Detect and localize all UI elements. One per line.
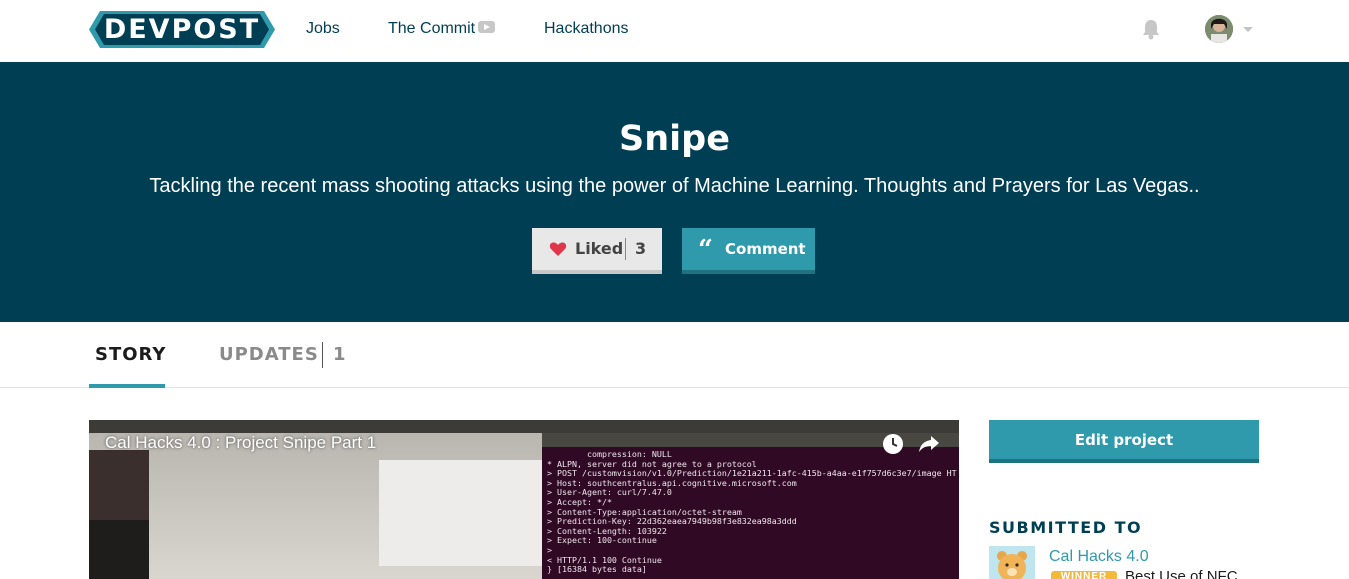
top-navbar: DEVPOST Jobs The Commit Hackathons [0,0,1349,62]
video-scene-wall [379,460,542,566]
nav-link-jobs[interactable]: Jobs [306,19,340,39]
video-title[interactable]: Cal Hacks 4.0 : Project Snipe Part 1 [105,433,376,453]
tab-story-label: STORY [95,344,167,365]
video-desktop-topbar [89,420,959,433]
winner-badge: WINNER [1051,571,1117,579]
bell-icon[interactable] [1140,18,1162,40]
clock-icon[interactable] [882,433,904,455]
quote-icon: “ [698,235,713,265]
project-hero: Snipe Tackling the recent mass shooting … [0,62,1349,322]
heart-icon [549,242,567,256]
share-icon[interactable] [918,434,940,454]
submitted-to-heading: SUBMITTED TO [989,518,1143,537]
hackathon-link[interactable]: Cal Hacks 4.0 [1049,548,1149,566]
tab-story[interactable]: STORY [89,322,165,388]
youtube-icon [478,21,496,34]
divider [625,238,626,260]
divider [322,342,323,368]
avatar[interactable] [1205,15,1233,43]
video-scene-shirt [89,520,149,579]
video-terminal-text: compression: NULL * ALPN, server did not … [547,449,957,575]
terminal-line: } [16384 bytes data] [547,564,647,575]
comment-button[interactable]: “ Comment [682,228,815,274]
nav-link-hackathons[interactable]: Hackathons [544,19,629,39]
nav-link-the-commit[interactable]: The Commit [388,19,496,39]
devpost-logo[interactable]: DEVPOST [89,11,275,48]
chevron-down-icon[interactable] [1243,27,1253,32]
like-label: Liked [575,239,624,258]
project-tagline: Tackling the recent mass shooting attack… [149,175,1200,197]
like-button[interactable]: Liked 3 [532,228,662,274]
like-count: 3 [635,239,647,258]
project-title: Snipe [619,119,730,159]
video-player[interactable]: compression: NULL * ALPN, server did not … [89,420,959,579]
terminal-line: > Expect: 100-continue [547,535,657,546]
tab-updates[interactable]: UPDATES [219,345,319,365]
hackathon-logo[interactable] [989,546,1035,579]
project-tabs: STORY UPDATES 1 [0,322,1349,388]
prize-name: Best Use of NFC [1125,568,1238,579]
tab-updates-count[interactable]: 1 [333,345,346,365]
comment-label: Comment [725,240,806,258]
nav-link-label: The Commit [388,20,476,37]
logo-text: DEVPOST [103,14,261,45]
edit-project-button[interactable]: Edit project [989,420,1259,463]
